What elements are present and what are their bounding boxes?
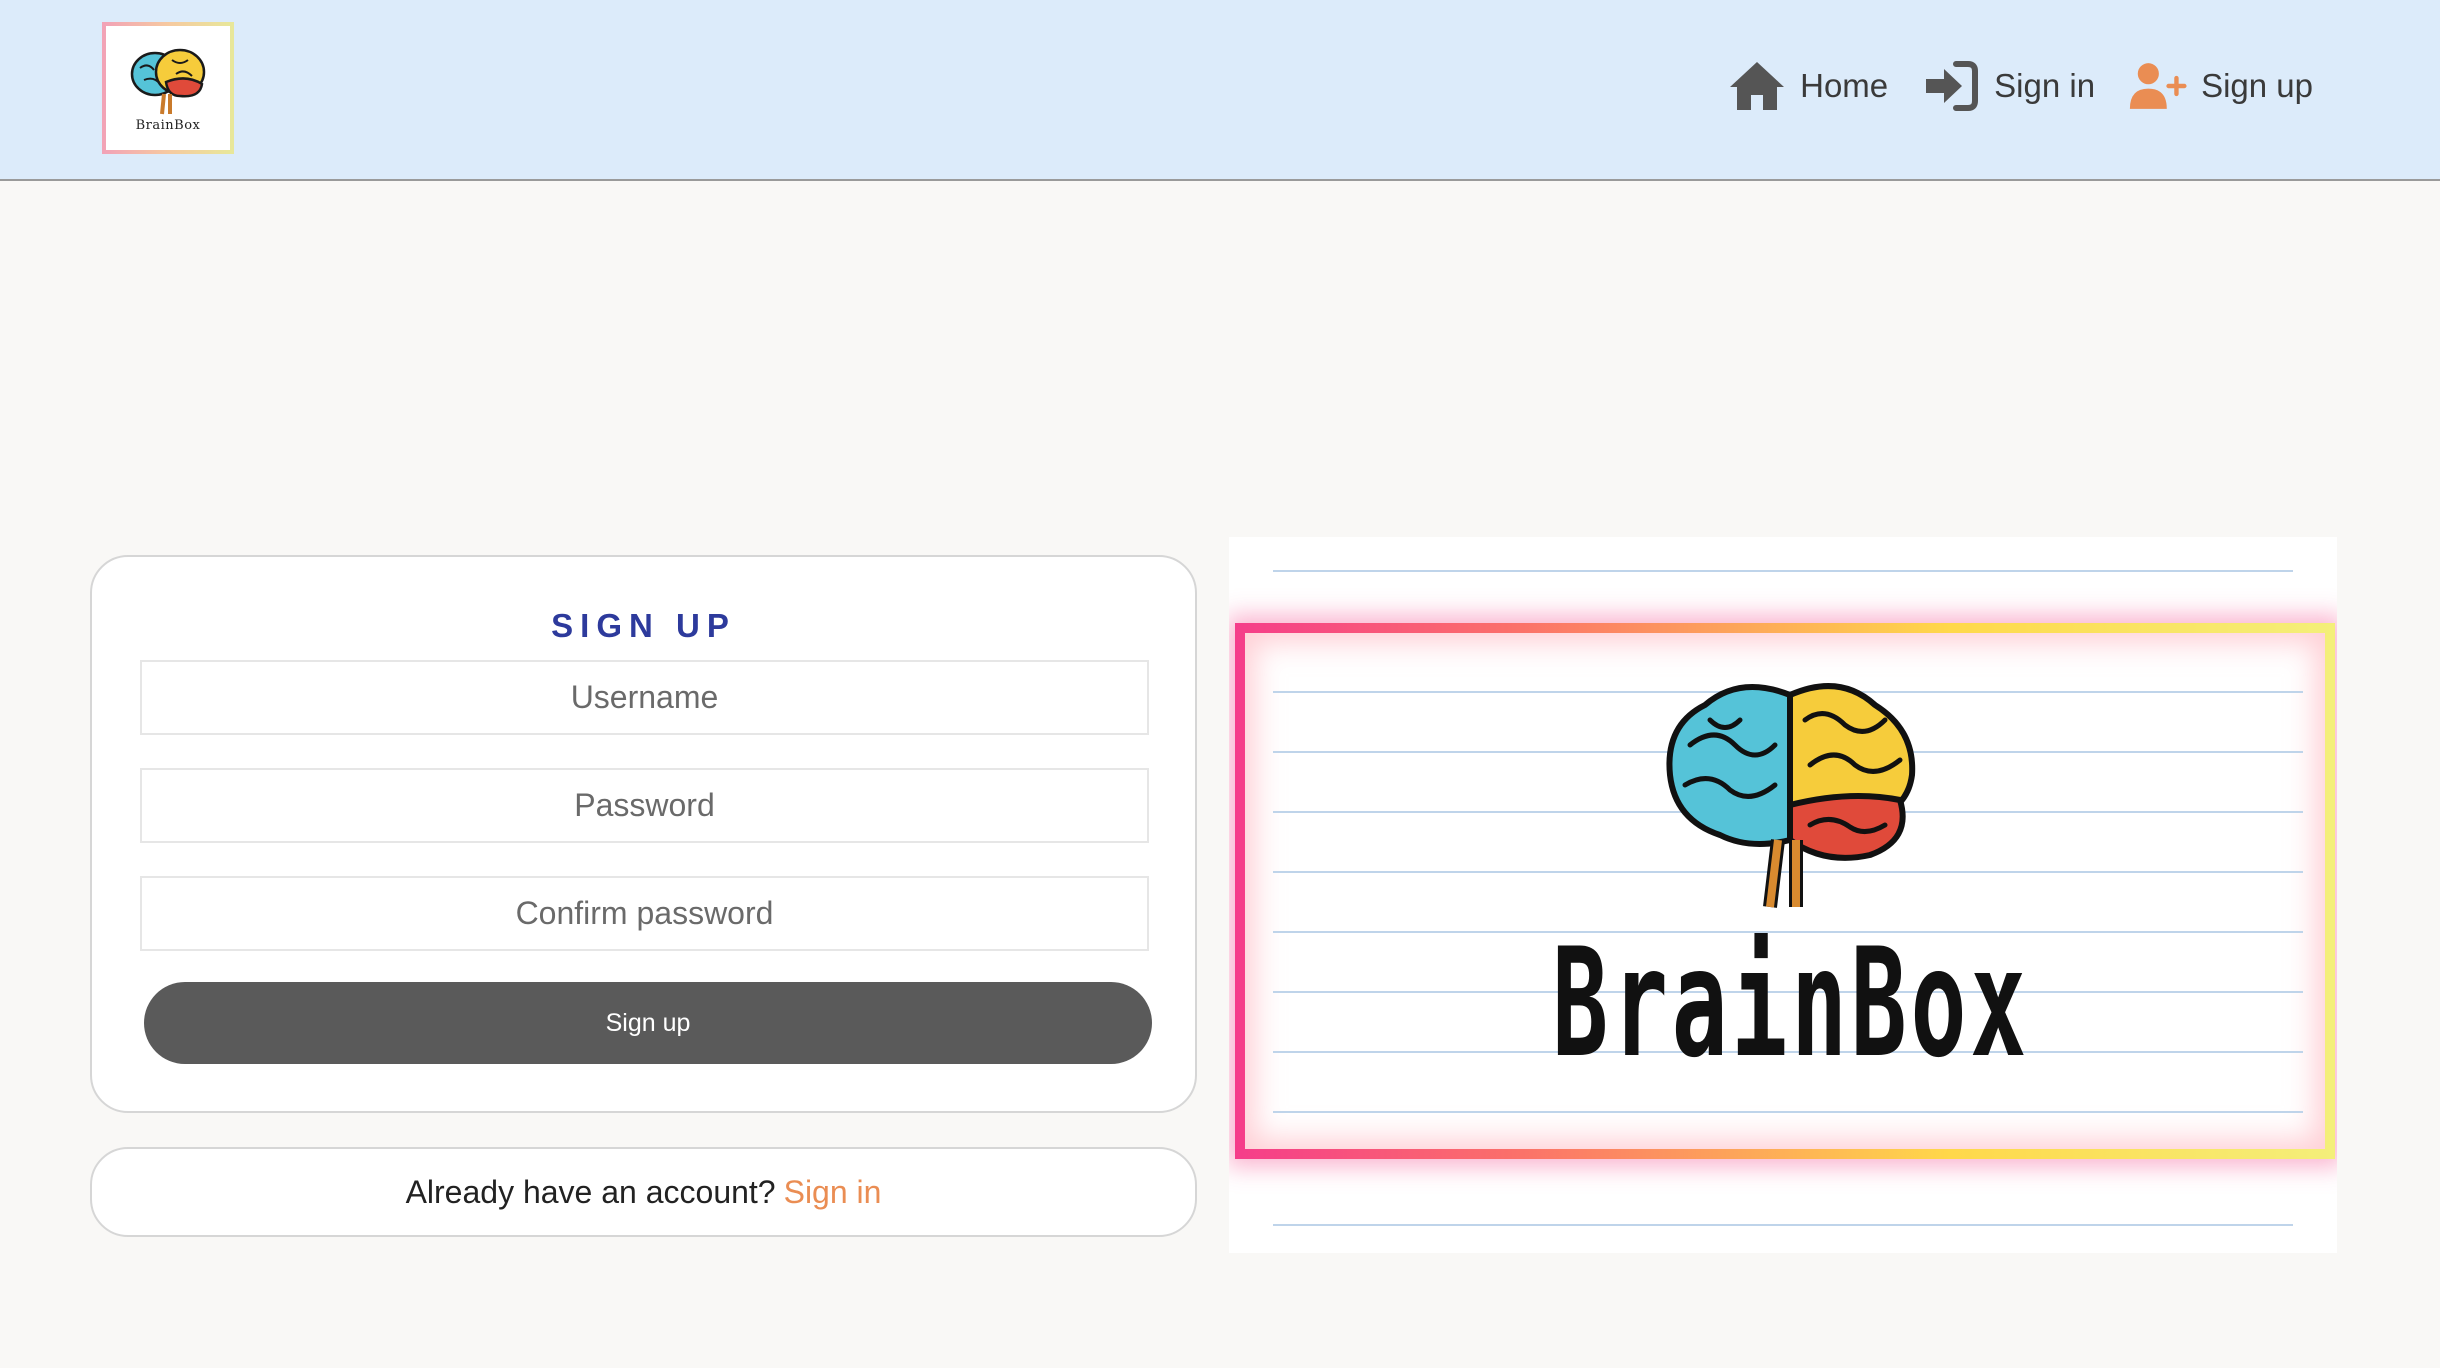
sign-in-link[interactable]: Sign in <box>784 1174 882 1211</box>
brainbox-logo[interactable]: BrainBox <box>102 22 234 154</box>
user-plus-icon <box>2129 58 2187 114</box>
ruled-line <box>1273 1224 2293 1226</box>
confirm-password-input[interactable] <box>140 876 1149 951</box>
sign-up-button[interactable]: Sign up <box>144 982 1152 1064</box>
nav-sign-in[interactable]: Sign in <box>1922 58 2095 114</box>
nav-sign-in-label: Sign in <box>1994 67 2096 104</box>
sign-up-card: SIGN UP Sign up <box>90 555 1197 1113</box>
nav-sign-up-label: Sign up <box>2201 67 2313 104</box>
sign-in-prompt: Already have an account? Sign in <box>90 1147 1197 1237</box>
brainbox-hero-image: BrainBox <box>1229 537 2337 1253</box>
ruled-line <box>1273 1111 2303 1113</box>
nav-sign-up[interactable]: Sign up <box>2129 58 2313 114</box>
sign-up-title: SIGN UP <box>551 607 736 644</box>
brain-illustration-icon <box>1666 683 1916 908</box>
home-icon <box>1728 58 1786 114</box>
ruled-line <box>1273 570 2293 572</box>
sign-in-prompt-text: Already have an account? <box>405 1173 776 1210</box>
brain-logo-icon <box>130 48 206 114</box>
nav-home[interactable]: Home <box>1728 58 1888 114</box>
neon-frame: BrainBox <box>1235 623 2335 1159</box>
logo-text: BrainBox <box>135 117 201 133</box>
password-input[interactable] <box>140 768 1149 843</box>
brand-wordmark: BrainBox <box>1552 917 2030 1091</box>
username-input[interactable] <box>140 660 1149 735</box>
nav-home-label: Home <box>1800 67 1889 104</box>
nav-links: Home Sign in Sign up <box>1728 56 2313 116</box>
top-navbar: BrainBox Home Sign in Sign up <box>0 0 2440 181</box>
sign-in-icon <box>1922 58 1980 114</box>
